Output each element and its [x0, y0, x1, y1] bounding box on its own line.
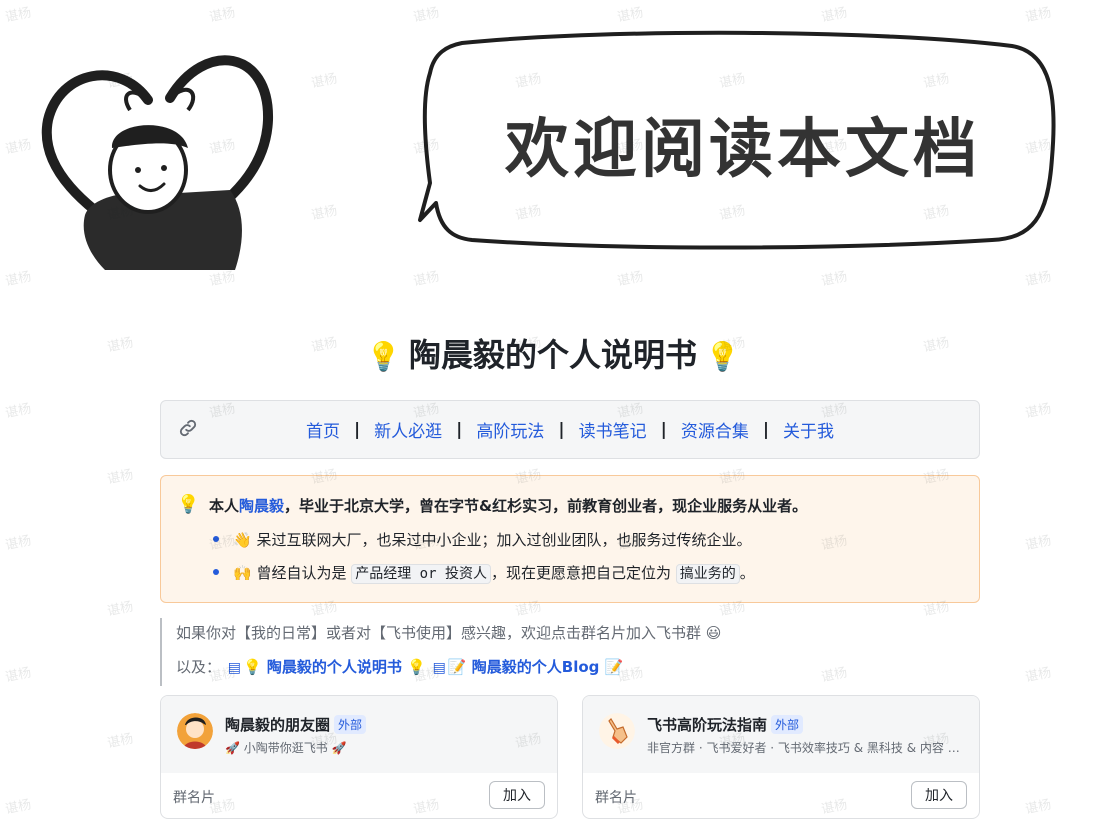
document-icon: ▤ — [432, 660, 446, 676]
nav-separator: | — [456, 419, 463, 440]
watermark-text: 谌杨 — [1024, 797, 1053, 818]
nav-link-reading-notes[interactable]: 读书笔记 — [579, 417, 647, 442]
intro-bullet: 🙌 曾经自认为是 产品经理 or 投资人 ，现在更愿意把自己定位为 搞业务的。 — [213, 562, 755, 584]
join-button[interactable]: 加入 — [911, 781, 967, 809]
lightbulb-icon: 💡 — [177, 494, 200, 515]
nav-link-advanced[interactable]: 高阶玩法 — [476, 417, 544, 442]
group-name-text: 飞书高阶玩法指南 — [647, 716, 768, 734]
intro-callout: 💡 本人陶晨毅，毕业于北京大学，曾在字节&红杉实习，前教育创业者，现企业服务从业… — [160, 475, 980, 603]
inline-code: 搞业务的 — [675, 564, 740, 584]
bullet-dot — [213, 535, 219, 542]
lightbulb-icon: 💡 — [366, 340, 401, 373]
join-button[interactable]: 加入 — [489, 781, 545, 809]
quote-block: 如果你对【我的日常】或者对【飞书使用】感兴趣，欢迎点击群名片加入飞书群 😃 以及… — [160, 618, 980, 686]
avatar — [599, 713, 635, 749]
watermark-text: 谌杨 — [106, 731, 135, 752]
group-description: 非官方群 · 飞书爱好者 · 飞书效率技巧 & 黑科技 & 内容 · ... — [647, 741, 963, 755]
avatar — [177, 713, 213, 749]
nav-link-about[interactable]: 关于我 — [783, 417, 834, 442]
inline-code: 产品经理 or 投资人 — [351, 564, 491, 584]
watermark-text: 谌杨 — [106, 467, 135, 488]
doc-link-blog[interactable]: 📝 陶晨毅的个人Blog 📝 — [448, 658, 623, 676]
watermark-text: 谌杨 — [1024, 665, 1053, 686]
bullet-text: 。 — [739, 564, 755, 582]
external-badge: 外部 — [334, 715, 367, 734]
nav-separator: | — [558, 419, 565, 440]
nav-separator: | — [660, 419, 667, 440]
quote-prefix: 以及： — [176, 658, 222, 676]
nav-link-resources[interactable]: 资源合集 — [681, 417, 749, 442]
watermark-text: 谌杨 — [1024, 533, 1053, 554]
page-title-text: 陶晨毅的个人说明书 — [408, 336, 697, 374]
card-type-label: 群名片 — [173, 790, 215, 806]
watermark-text: 谌杨 — [4, 401, 33, 422]
group-card[interactable]: 飞书高阶玩法指南 外部 非官方群 · 飞书爱好者 · 飞书效率技巧 & 黑科技 &… — [582, 695, 980, 819]
intro-prefix: 本人 — [209, 497, 240, 515]
watermark-text: 谌杨 — [1024, 401, 1053, 422]
quote-links: 以及： ▤ 💡 陶晨毅的个人说明书 💡 ▤ 📝 陶晨毅的个人Blog 📝 — [176, 656, 623, 677]
banner-speech-text: 欢迎阅读本文档 — [505, 113, 981, 187]
group-card[interactable]: 陶晨毅的朋友圈 外部 🚀 小陶带你逛飞书 🚀 群名片 加入 — [160, 695, 558, 819]
watermark-text: 谌杨 — [4, 797, 33, 818]
banner: 欢迎阅读本文档 — [0, 0, 1106, 290]
bullet-dot — [213, 568, 219, 575]
nav-separator: | — [762, 419, 770, 440]
author-mention[interactable]: 陶晨毅 — [239, 497, 284, 515]
nav-callout: 首页 | 新人必逛 | 高阶玩法 | 读书笔记 | 资源合集 | 关于我 — [160, 400, 980, 459]
quote-text: 如果你对【我的日常】或者对【飞书使用】感兴趣，欢迎点击群名片加入飞书群 😃 — [176, 624, 722, 642]
watermark-text: 谌杨 — [4, 533, 33, 554]
group-name: 飞书高阶玩法指南 外部 — [647, 714, 804, 735]
page-title: 💡 陶晨毅的个人说明书 💡 — [0, 330, 1106, 376]
doc-link-manual[interactable]: 💡 陶晨毅的个人说明书 💡 — [243, 658, 426, 676]
nav-separator: | — [353, 419, 361, 440]
intro-suffix: ，毕业于北京大学，曾在字节&红杉实习，前教育创业者，现企业服务从业者。 — [284, 497, 808, 515]
nav-links: 首页 | 新人必逛 | 高阶玩法 | 读书笔记 | 资源合集 | 关于我 — [161, 401, 979, 458]
group-description: 🚀 小陶带你逛飞书 🚀 — [225, 741, 347, 755]
group-name-text: 陶晨毅的朋友圈 — [225, 716, 331, 734]
bullet-text: 🙌 曾经自认为是 — [233, 564, 347, 582]
document-icon: ▤ — [227, 660, 242, 676]
intro-summary: 本人陶晨毅，毕业于北京大学，曾在字节&红杉实习，前教育创业者，现企业服务从业者。 — [209, 495, 807, 516]
watermark-text: 谌杨 — [4, 665, 33, 686]
nav-link-newcomer[interactable]: 新人必逛 — [374, 417, 442, 442]
heart-hands-illustration — [41, 55, 274, 270]
external-badge: 外部 — [771, 715, 804, 734]
nav-link-home[interactable]: 首页 — [306, 417, 340, 442]
lightbulb-icon: 💡 — [705, 340, 740, 373]
watermark-text: 谌杨 — [106, 599, 135, 620]
intro-bullet: 👋 呆过互联网大厂，也呆过中小企业；加入过创业团队，也服务过传统企业。 — [213, 529, 751, 550]
card-type-label: 群名片 — [595, 790, 637, 806]
bullet-text: ，现在更愿意把自己定位为 — [490, 564, 671, 582]
bullet-text: 👋 呆过互联网大厂，也呆过中小企业；加入过创业团队，也服务过传统企业。 — [233, 531, 752, 549]
group-name: 陶晨毅的朋友圈 外部 — [225, 714, 367, 735]
